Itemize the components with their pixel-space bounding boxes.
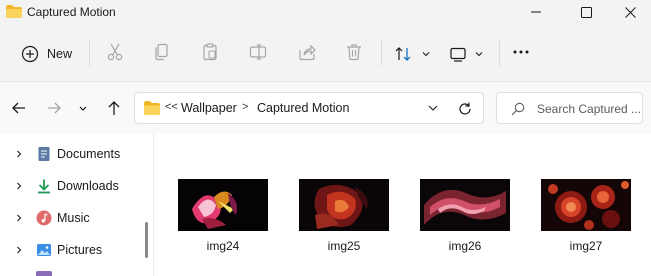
navigation-bar: << Wallpaper > Captured Motion Search Ca… xyxy=(0,82,651,134)
forward-arrow-icon[interactable] xyxy=(45,99,63,117)
recent-locations-icon[interactable] xyxy=(76,99,90,117)
up-arrow-icon[interactable] xyxy=(105,99,123,117)
toolbar-divider xyxy=(89,40,90,66)
sort-button[interactable] xyxy=(393,38,435,70)
more-icon[interactable] xyxy=(511,42,531,62)
address-bar[interactable]: << Wallpaper > Captured Motion xyxy=(134,92,484,124)
command-bar: New xyxy=(0,24,651,82)
file-thumbnail xyxy=(420,179,510,231)
sidebar-item-music[interactable]: Music xyxy=(0,204,150,232)
toolbar-divider xyxy=(381,40,382,66)
close-icon xyxy=(624,6,636,18)
maximize-button[interactable] xyxy=(563,0,609,24)
search-placeholder: Search Captured ... xyxy=(537,102,642,116)
sort-icon xyxy=(395,47,411,61)
file-name: img26 xyxy=(448,239,482,253)
new-label: New xyxy=(47,47,73,61)
videos-icon xyxy=(36,271,52,276)
close-button[interactable] xyxy=(607,0,651,24)
file-thumbnail xyxy=(299,179,389,231)
file-name: img25 xyxy=(327,239,361,253)
minimize-button[interactable] xyxy=(513,0,559,24)
file-item[interactable]: img27 xyxy=(536,179,636,264)
sidebar-scrollbar[interactable] xyxy=(145,222,148,258)
toolbar-divider xyxy=(499,40,500,66)
sidebar-item-pictures[interactable]: Pictures xyxy=(0,236,150,264)
share-icon[interactable] xyxy=(297,42,317,62)
chevron-right-icon[interactable] xyxy=(14,245,24,255)
paste-icon[interactable] xyxy=(200,42,220,62)
file-name: img27 xyxy=(569,239,603,253)
pictures-icon xyxy=(37,244,51,256)
window-title: Captured Motion xyxy=(27,5,116,19)
minimize-icon xyxy=(531,11,541,13)
sidebar-item-label: Pictures xyxy=(57,243,103,257)
file-thumbnail xyxy=(178,179,268,231)
chevron-down-icon xyxy=(422,52,430,57)
chevron-down-icon xyxy=(475,52,483,57)
chevron-right-icon[interactable] xyxy=(14,181,24,191)
file-item[interactable]: img26 xyxy=(415,179,515,264)
breadcrumb-overflow[interactable]: << xyxy=(165,101,178,113)
sidebar-item-label: Documents xyxy=(57,147,121,161)
search-box[interactable]: Search Captured ... xyxy=(496,92,643,124)
sidebar-item-partial[interactable] xyxy=(0,268,150,276)
sidebar-item-label: Music xyxy=(57,211,90,225)
title-bar: Captured Motion xyxy=(0,0,651,24)
file-thumbnail xyxy=(541,179,631,231)
sidebar-item-documents[interactable]: Documents xyxy=(0,140,150,168)
music-icon xyxy=(36,210,52,226)
search-icon xyxy=(511,102,525,116)
chevron-right-icon[interactable] xyxy=(14,213,24,223)
refresh-icon[interactable] xyxy=(457,101,473,117)
copy-icon[interactable] xyxy=(152,42,172,62)
breadcrumb-wallpaper[interactable]: Wallpaper xyxy=(181,101,237,115)
view-button[interactable] xyxy=(448,38,490,70)
sidebar-item-downloads[interactable]: Downloads xyxy=(0,172,150,200)
file-item[interactable]: img24 xyxy=(173,179,273,264)
breadcrumb-captured-motion[interactable]: Captured Motion xyxy=(257,101,349,115)
document-icon xyxy=(38,147,50,161)
file-item[interactable]: img25 xyxy=(294,179,394,264)
plus-circle-icon xyxy=(21,45,39,63)
file-view: img24 img25 img26 img27 xyxy=(154,134,651,276)
chevron-down-icon[interactable] xyxy=(427,103,439,113)
maximize-icon xyxy=(580,6,592,18)
delete-icon[interactable] xyxy=(344,42,364,62)
cut-icon[interactable] xyxy=(105,42,125,62)
breadcrumb-separator[interactable]: > xyxy=(242,101,248,113)
view-icon xyxy=(450,47,466,62)
new-button[interactable]: New xyxy=(12,38,78,70)
back-arrow-icon[interactable] xyxy=(10,99,28,117)
folder-icon xyxy=(144,101,160,115)
rename-icon[interactable] xyxy=(248,42,268,62)
chevron-right-icon[interactable] xyxy=(14,149,24,159)
folder-icon xyxy=(6,5,22,18)
file-name: img24 xyxy=(206,239,240,253)
download-icon xyxy=(38,179,50,194)
sidebar-item-label: Downloads xyxy=(57,179,119,193)
navigation-pane: Documents Downloads Music Pictures xyxy=(0,134,154,276)
